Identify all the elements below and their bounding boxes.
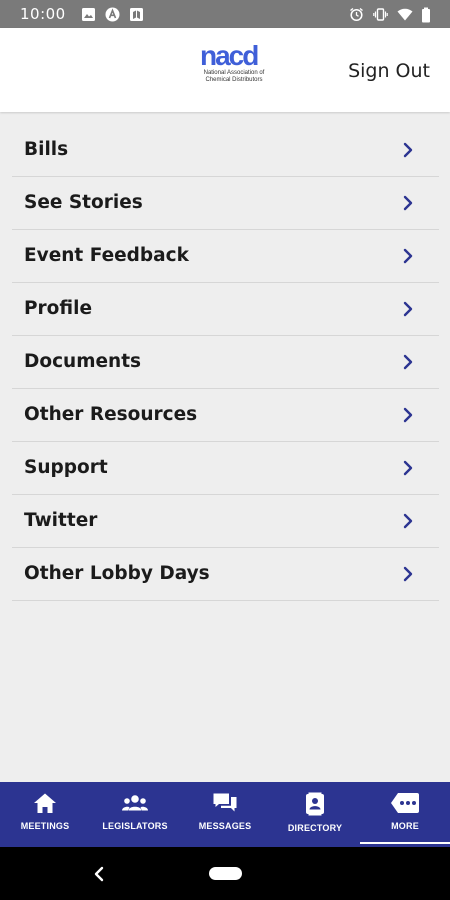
tab-label: MORE [391,821,419,831]
tab-meetings[interactable]: MEETINGS [0,782,90,847]
chevron-right-icon [403,248,413,264]
system-nav-bar [0,847,450,900]
menu-item-see-stories[interactable]: See Stories [12,177,439,230]
home-pill-icon[interactable] [209,867,242,880]
menu-item-label: Support [24,457,108,478]
sign-out-button[interactable]: Sign Out [348,60,430,82]
image-icon [81,7,96,22]
menu-item-label: See Stories [24,192,143,213]
menu-item-label: Documents [24,351,142,372]
menu-item-label: Event Feedback [24,245,189,266]
menu-item-twitter[interactable]: Twitter [12,495,439,548]
menu-item-documents[interactable]: Documents [12,336,439,389]
menu-item-label: Other Lobby Days [24,563,210,584]
status-left: 10:00 [20,5,144,23]
wifi-icon [397,7,413,22]
alarm-icon [349,7,364,22]
selected-tab-indicator [360,842,450,844]
tab-label: MESSAGES [198,821,252,831]
home-icon [34,793,56,813]
menu-item-event-feedback[interactable]: Event Feedback [12,230,439,283]
chevron-right-icon [403,566,413,582]
menu-item-profile[interactable]: Profile [12,283,439,336]
menu-item-label: Profile [24,298,92,319]
people-icon [122,795,148,811]
menu-item-other-resources[interactable]: Other Resources [12,389,439,442]
menu-item-other-lobby-days[interactable]: Other Lobby Days [12,548,439,601]
tab-messages[interactable]: MESSAGES [180,782,270,847]
tab-label: LEGISLATORS [102,821,168,831]
status-right [349,7,436,22]
logo-wordmark: nacd [200,40,259,71]
chat-bubbles-icon [213,793,237,812]
battery-icon [421,7,436,22]
chevron-right-icon [403,301,413,317]
tab-legislators[interactable]: LEGISLATORS [90,782,180,847]
menu-item-label: Other Resources [24,404,198,425]
menu-item-bills[interactable]: Bills [12,124,439,177]
chevron-right-icon [403,142,413,158]
a-badge-icon [105,7,120,22]
map-icon [129,7,144,22]
vibrate-icon [373,7,388,22]
more-dots-icon [391,793,419,813]
chevron-right-icon [403,354,413,370]
logo-subtitle-line2: Chemical Distributors [205,77,263,83]
chevron-right-icon [403,195,413,211]
nacd-logo: nacd National Association of Chemical Di… [188,42,270,92]
chevron-right-icon [403,407,413,423]
app-header: nacd National Association of Chemical Di… [0,28,450,112]
menu-item-label: Bills [24,139,69,160]
menu-item-label: Twitter [24,510,98,531]
menu-item-support[interactable]: Support [12,442,439,495]
chevron-right-icon [403,460,413,476]
status-time: 10:00 [20,5,66,23]
more-menu-list: Bills See Stories Event Feedback Profile… [0,124,450,601]
tab-label: DIRECTORY [287,823,343,833]
logo-subtitle: National Association of Chemical Distrib… [194,70,274,84]
logo-subtitle-line1: National Association of [203,70,265,76]
tab-more[interactable]: MORE [360,782,450,847]
tab-directory[interactable]: DIRECTORY [270,782,360,847]
contact-card-icon [306,792,324,816]
back-chevron-icon[interactable] [92,864,106,884]
tab-label: MEETINGS [20,821,70,831]
bottom-tab-bar: MEETINGS LEGISLATORS MESSAGES DIRECTORY … [0,782,450,847]
chevron-right-icon [403,513,413,529]
status-bar: 10:00 [0,0,450,28]
